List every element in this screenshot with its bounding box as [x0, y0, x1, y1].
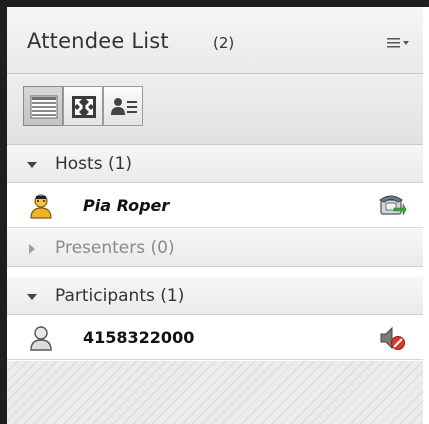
- attendee-row-host[interactable]: Pia Roper: [7, 184, 423, 228]
- list-view-icon: [30, 95, 58, 119]
- fullscreen-button[interactable]: [63, 86, 103, 126]
- menu-lines-icon: [387, 38, 409, 48]
- window-top-border: [0, 0, 429, 7]
- host-user-icon: [30, 194, 52, 219]
- participants-section-label: Participants (1): [55, 286, 185, 306]
- participant-user-icon: [30, 326, 52, 351]
- fullscreen-icon: [72, 96, 96, 118]
- participants-section-header[interactable]: Participants (1): [7, 277, 423, 315]
- attendee-details-button[interactable]: [103, 86, 143, 126]
- pod-header: Attendee List (2): [7, 7, 423, 74]
- presenters-section-label: Presenters (0): [55, 238, 175, 258]
- person-list-icon: [111, 98, 137, 115]
- attendee-count: (2): [213, 34, 235, 52]
- phone-connected-icon[interactable]: [377, 191, 407, 221]
- hosts-section-label: Hosts (1): [55, 154, 133, 174]
- presenters-section-header[interactable]: Presenters (0): [7, 229, 423, 267]
- pod-title: Attendee List: [27, 29, 169, 53]
- attendee-name: Pia Roper: [83, 196, 170, 215]
- attendee-row-participant[interactable]: 4158322000: [7, 316, 423, 360]
- caret-down-icon: [27, 294, 37, 300]
- view-toolbar: [7, 74, 423, 145]
- pod-options-button[interactable]: [385, 33, 413, 53]
- attendee-name: 4158322000: [83, 328, 195, 347]
- hosts-section-header[interactable]: Hosts (1): [7, 145, 423, 183]
- caret-right-icon: [29, 244, 35, 254]
- empty-list-area: [7, 361, 423, 424]
- list-view-button[interactable]: [23, 86, 63, 126]
- speaker-muted-icon[interactable]: [377, 323, 407, 353]
- attendee-pod-window: Attendee List (2) Hosts (1) Pia Roper Pr…: [0, 0, 429, 424]
- caret-down-icon: [27, 162, 37, 168]
- attendee-list-panel: Attendee List (2) Hosts (1) Pia Roper Pr…: [7, 7, 423, 424]
- window-left-border: [0, 0, 7, 424]
